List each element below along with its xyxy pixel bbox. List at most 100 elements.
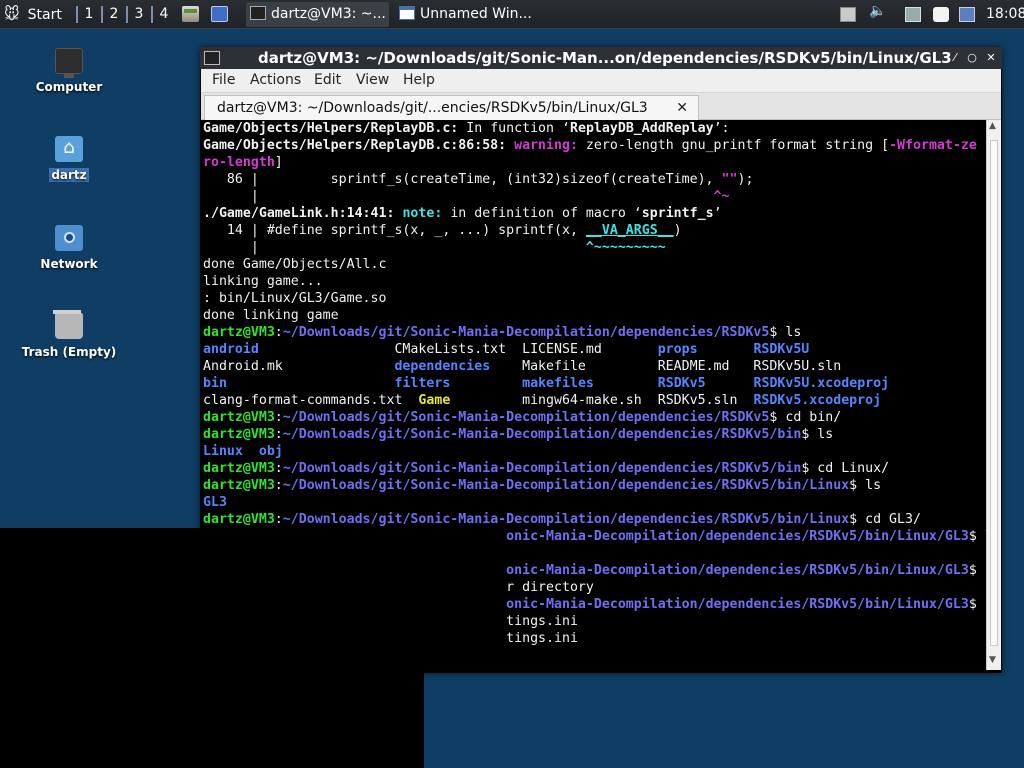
terminal-icon [204, 51, 220, 65]
maximize-button[interactable]: ○ [963, 47, 981, 69]
desktop-icon-label: dartz [49, 168, 89, 182]
terminal-line: Android.mk dependencies Makefile README.… [203, 358, 841, 375]
terminal-segment: $ cd bin/ [769, 410, 842, 425]
minimize-button[interactable]: ⁄ [946, 47, 964, 69]
start-button[interactable]: 🐭 Start [4, 0, 62, 29]
desktop-icon-label: Trash (Empty) [21, 345, 117, 359]
terminal-line: ./Game/GameLink.h:14:41: note: in defini… [203, 205, 722, 222]
desktop-icon-computer[interactable]: Computer [19, 48, 119, 95]
volume-icon[interactable]: 🔈 [869, 3, 886, 19]
terminal-segment: in definition of macro ‘ [450, 206, 642, 221]
terminal-segment: onic-Mania-Decompilation/dependencies/RS… [506, 563, 969, 578]
terminal-segment: obj [258, 444, 283, 459]
desktop-icon-trash[interactable]: Trash (Empty) [19, 310, 119, 360]
updates-icon[interactable] [959, 7, 975, 22]
terminal-segment: GL3 [203, 495, 227, 510]
trash-icon [53, 310, 83, 339]
taskbar-task-terminal[interactable]: dartz@VM3: ~... [246, 2, 389, 27]
menu-help[interactable]: Help [403, 69, 435, 92]
terminal-segment: makefiles [522, 376, 594, 391]
terminal-line: dartz@VM3:~/Downloads/git/Sonic-Mania-De… [203, 477, 881, 494]
window-titlebar[interactable]: dartz@VM3: ~/Downloads/git/Sonic-Man...o… [200, 47, 1002, 69]
network-folder-icon [55, 225, 83, 251]
menu-actions[interactable]: Actions [250, 69, 301, 92]
terminal-line: | ^~ [203, 188, 730, 205]
terminal-segment: $ ls [769, 325, 802, 340]
terminal-segment: note: [402, 206, 451, 221]
terminal-line: Game/Objects/Helpers/ReplayDB.c:86:58: w… [203, 137, 977, 154]
terminal-segment: dartz@VM3 [203, 461, 275, 476]
terminal-segment: $ cd R [968, 563, 987, 578]
terminal-line: dartz@VM3:~/Downloads/git/Sonic-Mania-De… [203, 511, 921, 528]
start-label: Start [27, 7, 62, 23]
terminal-segment: $ cd GL3/ [849, 512, 921, 527]
menu-edit[interactable]: Edit [314, 69, 341, 92]
terminal-segment: RSDKv5U.xcodeproj [753, 376, 890, 391]
terminal-line: done linking game [203, 307, 339, 324]
workspace-3-button[interactable]: 3 [126, 0, 149, 29]
terminal-segment: : [274, 325, 283, 340]
terminal-line: done Game/Objects/All.c [203, 256, 386, 273]
terminal-segment: onic-Mania-Decompilation/dependencies/RS… [506, 529, 969, 544]
tab-bar: dartz@VM3: ~/Downloads/git/...encies/RSD… [201, 93, 1001, 120]
terminal-segment: dependencies [394, 359, 491, 374]
workspace-separator [76, 6, 78, 23]
workspace-4-button[interactable]: 4 [151, 0, 174, 29]
clock[interactable]: 18:08 [986, 0, 1024, 29]
terminal-segment: ~/Downloads/git/Sonic-Mania-Decompilatio… [282, 461, 802, 476]
close-tab-icon[interactable]: ✕ [676, 96, 688, 120]
terminal-segment: RSDKv5U [753, 342, 810, 357]
terminal-segment [506, 138, 514, 153]
terminal-segment: sprintf_s [641, 206, 714, 221]
task-label: dartz@VM3: ~... [271, 6, 386, 22]
terminal-segment: ~/Downloads/git/Sonic-Mania-Decompilatio… [282, 478, 850, 493]
terminal-segment [227, 376, 395, 391]
terminal-segment [698, 342, 754, 357]
terminal-segment: : [274, 461, 283, 476]
terminal-line: clang-format-commands.txt Game mingw64-m… [203, 392, 881, 409]
terminal-segment: ^~~~~~~~~~ [585, 240, 666, 255]
tray-package-icon[interactable] [840, 7, 856, 22]
terminal-segment: ./Game/GameLink.h:14:41: [203, 206, 395, 221]
desktop-icon-network[interactable]: Network [19, 225, 119, 272]
terminal-segment: $ ls [968, 529, 987, 544]
menu-file[interactable]: File [212, 69, 235, 92]
menu-view[interactable]: View [356, 69, 389, 92]
clipboard-icon[interactable] [933, 7, 949, 22]
terminal-segment: In function [458, 121, 562, 136]
tab-terminal[interactable]: dartz@VM3: ~/Downloads/git/...encies/RSD… [204, 95, 699, 120]
desktop-icon-label: Network [40, 257, 98, 271]
terminal-segment: ^~ [713, 189, 730, 204]
terminal-segment: Game/Objects/Helpers/ReplayDB.c:86:58: [203, 138, 507, 153]
workspace-2-button[interactable]: 2 [101, 0, 124, 29]
terminal-line: dartz@VM3:~/Downloads/git/Sonic-Mania-De… [203, 426, 833, 443]
desktop-icon-home[interactable]: dartz [19, 136, 119, 183]
terminal-line: android CMakeLists.txt LICENSE.md props … [203, 341, 809, 358]
desktop-icon-label: Computer [35, 80, 103, 94]
terminal-segment: zero-length gnu_printf format string [ [585, 138, 890, 153]
close-window-button[interactable]: ✕ [982, 47, 1000, 69]
terminal-segment: ~/Downloads/git/Sonic-Mania-Decompilatio… [282, 512, 850, 527]
scroll-down-arrow-icon[interactable]: ▼ [989, 655, 996, 665]
terminal-scrollbar[interactable]: ▲ ▼ [986, 120, 1001, 670]
window-icon [399, 6, 415, 20]
terminal-segment: ] [274, 155, 283, 170]
terminal-line: GL3 [203, 494, 227, 511]
scrollbar-thumb[interactable] [990, 140, 998, 646]
file-manager-icon[interactable] [182, 6, 199, 22]
terminal-segment [706, 376, 754, 391]
terminal-segment: linking game... [203, 274, 323, 289]
scroll-up-arrow-icon[interactable]: ▲ [989, 121, 996, 131]
taskbar-task-unnamed-window[interactable]: Unnamed Win... [395, 2, 534, 27]
terminal-segment: | [203, 240, 586, 255]
terminal-segment: RSDKv5.xcodeproj [753, 393, 882, 408]
terminal-segment: done Game/Objects/All.c [203, 257, 387, 272]
terminal-segment: mingw64-make.sh RSDKv5.sln [450, 393, 754, 408]
terminal-line: bin filters makefiles RSDKv5 RSDKv5U.xco… [203, 375, 889, 392]
show-desktop-icon[interactable] [211, 6, 228, 22]
workspace-1-button[interactable]: 1 [76, 0, 99, 29]
network-icon[interactable] [905, 7, 921, 22]
terminal-line: | ^~~~~~~~~~ [203, 239, 666, 256]
terminal-line: : bin/Linux/GL3/Game.so [203, 290, 386, 307]
terminal-segment: : [274, 512, 283, 527]
